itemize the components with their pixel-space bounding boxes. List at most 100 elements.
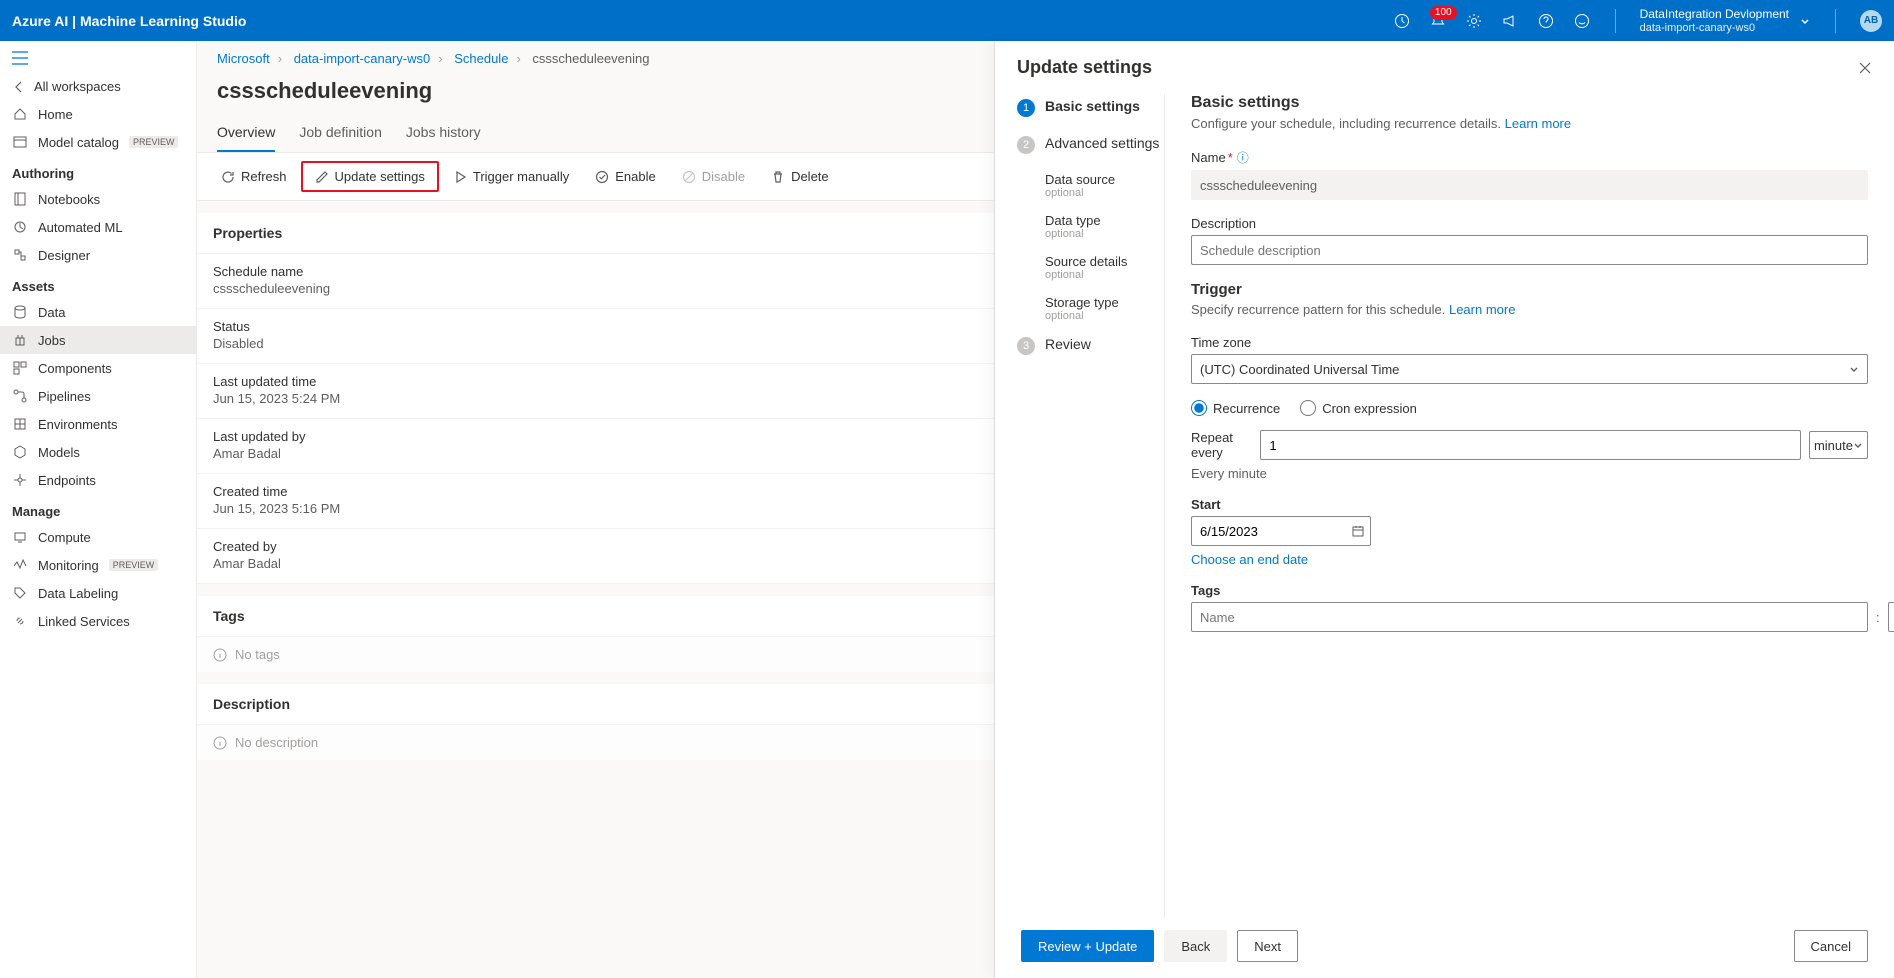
review-update-button[interactable]: Review + Update — [1021, 930, 1154, 962]
tab-jobs-history[interactable]: Jobs history — [406, 118, 481, 152]
nav-home[interactable]: Home — [0, 100, 196, 128]
nav-models[interactable]: Models — [0, 438, 196, 466]
enable-button[interactable]: Enable — [583, 163, 667, 190]
tag-name-input[interactable] — [1191, 602, 1868, 632]
nav-section-assets: Assets — [0, 269, 196, 298]
next-button[interactable]: Next — [1237, 930, 1298, 962]
feedback-icon[interactable] — [1573, 12, 1591, 30]
step-review[interactable]: 3Review — [1017, 332, 1164, 369]
tags-card: Tags No tags — [197, 596, 994, 672]
description-empty: No description — [197, 725, 994, 760]
description-input[interactable] — [1191, 235, 1868, 265]
step-basic-settings[interactable]: 1Basic settings — [1017, 94, 1164, 131]
trigger-manually-button[interactable]: Trigger manually — [441, 163, 581, 190]
nav-labeling[interactable]: Data Labeling — [0, 579, 196, 607]
nav-model-catalog[interactable]: Model catalog PREVIEW — [0, 128, 196, 156]
description-title: Description — [197, 684, 994, 725]
info-icon — [213, 736, 227, 750]
environments-icon — [12, 416, 28, 432]
info-icon[interactable]: ⓘ — [1237, 151, 1249, 165]
designer-icon — [12, 247, 28, 263]
monitoring-icon — [12, 557, 28, 573]
repeat-unit-select[interactable]: minute — [1809, 431, 1868, 459]
panel-step-nav: 1Basic settings 2Advanced settings Data … — [995, 94, 1165, 918]
play-icon — [453, 170, 467, 184]
choose-end-date-link[interactable]: Choose an end date — [1191, 552, 1308, 567]
repeat-value-input[interactable] — [1260, 430, 1801, 460]
breadcrumb-link[interactable]: Microsoft — [217, 51, 270, 66]
radio-recurrence[interactable]: Recurrence — [1191, 400, 1280, 416]
timezone-select[interactable] — [1191, 354, 1868, 384]
check-circle-icon — [595, 170, 609, 184]
preview-badge: PREVIEW — [109, 559, 159, 571]
breadcrumb-link[interactable]: data-import-canary-ws0 — [294, 51, 431, 66]
nav-endpoints[interactable]: Endpoints — [0, 466, 196, 494]
learn-more-link[interactable]: Learn more — [1505, 116, 1571, 131]
step-advanced-settings[interactable]: 2Advanced settings — [1017, 131, 1164, 168]
substep-source-details[interactable]: Source detailsoptional — [1045, 250, 1164, 291]
tag-value-input[interactable] — [1888, 602, 1894, 632]
account-switcher[interactable]: DataIntegration Devlopment data-import-c… — [1640, 7, 1811, 35]
name-input[interactable] — [1191, 170, 1868, 200]
breadcrumb-current: cssscheduleevening — [532, 51, 649, 66]
nav-compute[interactable]: Compute — [0, 523, 196, 551]
disable-button: Disable — [670, 163, 757, 190]
property-row: Schedule namecssscheduleevening — [197, 254, 994, 309]
nav-pipelines[interactable]: Pipelines — [0, 382, 196, 410]
info-icon — [213, 648, 227, 662]
megaphone-icon[interactable] — [1501, 12, 1519, 30]
learn-more-link[interactable]: Learn more — [1449, 302, 1515, 317]
nav-data[interactable]: Data — [0, 298, 196, 326]
update-settings-panel: Update settings 1Basic settings 2Advance… — [994, 41, 1894, 978]
nav-monitoring[interactable]: MonitoringPREVIEW — [0, 551, 196, 579]
automl-icon — [12, 219, 28, 235]
property-row: StatusDisabled — [197, 309, 994, 364]
tags-empty: No tags — [197, 637, 994, 672]
cancel-button[interactable]: Cancel — [1794, 930, 1868, 962]
substep-storage-type[interactable]: Storage typeoptional — [1045, 291, 1164, 332]
clock-icon[interactable] — [1393, 12, 1411, 30]
property-row: Last updated timeJun 15, 2023 5:24 PM — [197, 364, 994, 419]
avatar[interactable]: AB — [1860, 10, 1882, 32]
update-settings-button[interactable]: Update settings — [301, 161, 439, 192]
tab-job-definition[interactable]: Job definition — [299, 118, 382, 152]
form-section-title: Basic settings — [1191, 94, 1868, 112]
back-all-workspaces[interactable]: All workspaces — [0, 73, 196, 100]
radio-cron[interactable]: Cron expression — [1300, 400, 1417, 416]
nav-designer[interactable]: Designer — [0, 241, 196, 269]
left-nav: All workspaces Home Model catalog PREVIE… — [0, 41, 197, 978]
help-icon[interactable] — [1537, 12, 1555, 30]
notifications-icon[interactable]: 100 — [1429, 12, 1447, 30]
tab-overview[interactable]: Overview — [217, 118, 275, 152]
calendar-icon[interactable] — [1351, 524, 1365, 538]
nav-automl[interactable]: Automated ML — [0, 213, 196, 241]
data-icon — [12, 304, 28, 320]
trigger-subtext: Specify recurrence pattern for this sche… — [1191, 302, 1868, 317]
close-button[interactable] — [1858, 61, 1872, 75]
trigger-title: Trigger — [1191, 281, 1868, 298]
nav-jobs[interactable]: Jobs — [0, 326, 196, 354]
start-date-input[interactable] — [1191, 516, 1371, 546]
refresh-icon — [221, 170, 235, 184]
tabs: Overview Job definition Jobs history — [197, 118, 994, 153]
form-section-subtext: Configure your schedule, including recur… — [1191, 116, 1868, 131]
catalog-icon — [12, 134, 28, 150]
header-icons: 100 DataIntegration Devlopment data-impo… — [1393, 7, 1882, 35]
labeling-icon — [12, 585, 28, 601]
refresh-button[interactable]: Refresh — [209, 163, 299, 190]
nav-linked[interactable]: Linked Services — [0, 607, 196, 635]
hamburger-icon[interactable] — [0, 47, 196, 73]
settings-icon[interactable] — [1465, 12, 1483, 30]
delete-button[interactable]: Delete — [759, 163, 841, 190]
substep-data-source[interactable]: Data sourceoptional — [1045, 168, 1164, 209]
substep-data-type[interactable]: Data typeoptional — [1045, 209, 1164, 250]
nav-components[interactable]: Components — [0, 354, 196, 382]
jobs-icon — [12, 332, 28, 348]
back-label: All workspaces — [34, 79, 121, 94]
nav-notebooks[interactable]: Notebooks — [0, 185, 196, 213]
trash-icon — [771, 170, 785, 184]
property-row: Created timeJun 15, 2023 5:16 PM — [197, 474, 994, 529]
breadcrumb-link[interactable]: Schedule — [454, 51, 508, 66]
nav-environments[interactable]: Environments — [0, 410, 196, 438]
back-button[interactable]: Back — [1164, 930, 1227, 962]
